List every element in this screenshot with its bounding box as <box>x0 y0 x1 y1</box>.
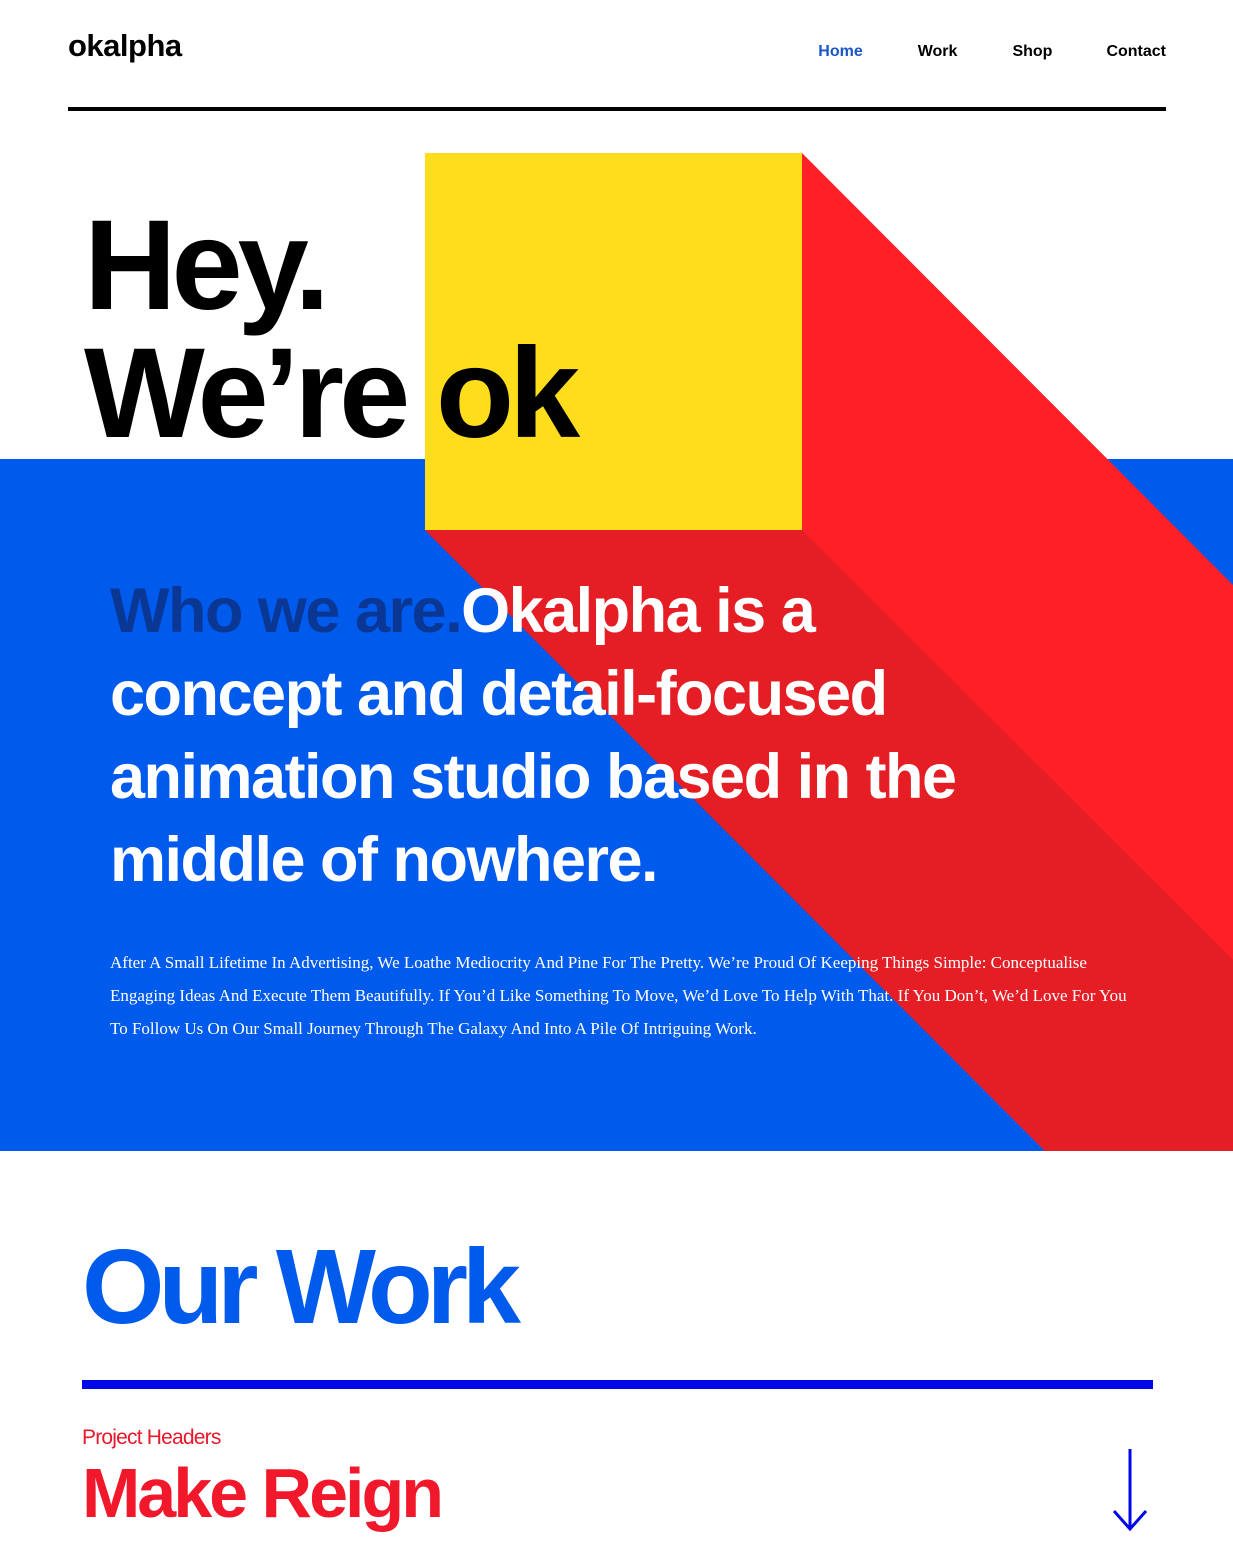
our-work-heading: Our Work <box>82 1228 521 1346</box>
intro-lead: Who we are. <box>110 576 463 646</box>
arrow-down-icon[interactable] <box>1108 1447 1152 1533</box>
work-divider <box>82 1380 1153 1389</box>
hero-title-line-1: Hey. <box>84 194 330 337</box>
project-title-link[interactable]: Make Reign <box>82 1458 444 1528</box>
hero-title: Hey. We’re ok <box>84 194 580 465</box>
hero-title-line-2: We’re ok <box>84 322 580 465</box>
studio-intro: Who we are.Okalpha is a concept and deta… <box>110 570 990 902</box>
studio-description: After A Small Lifetime In Advertising, W… <box>110 953 1127 1038</box>
project-category: Project Headers <box>82 1426 221 1449</box>
